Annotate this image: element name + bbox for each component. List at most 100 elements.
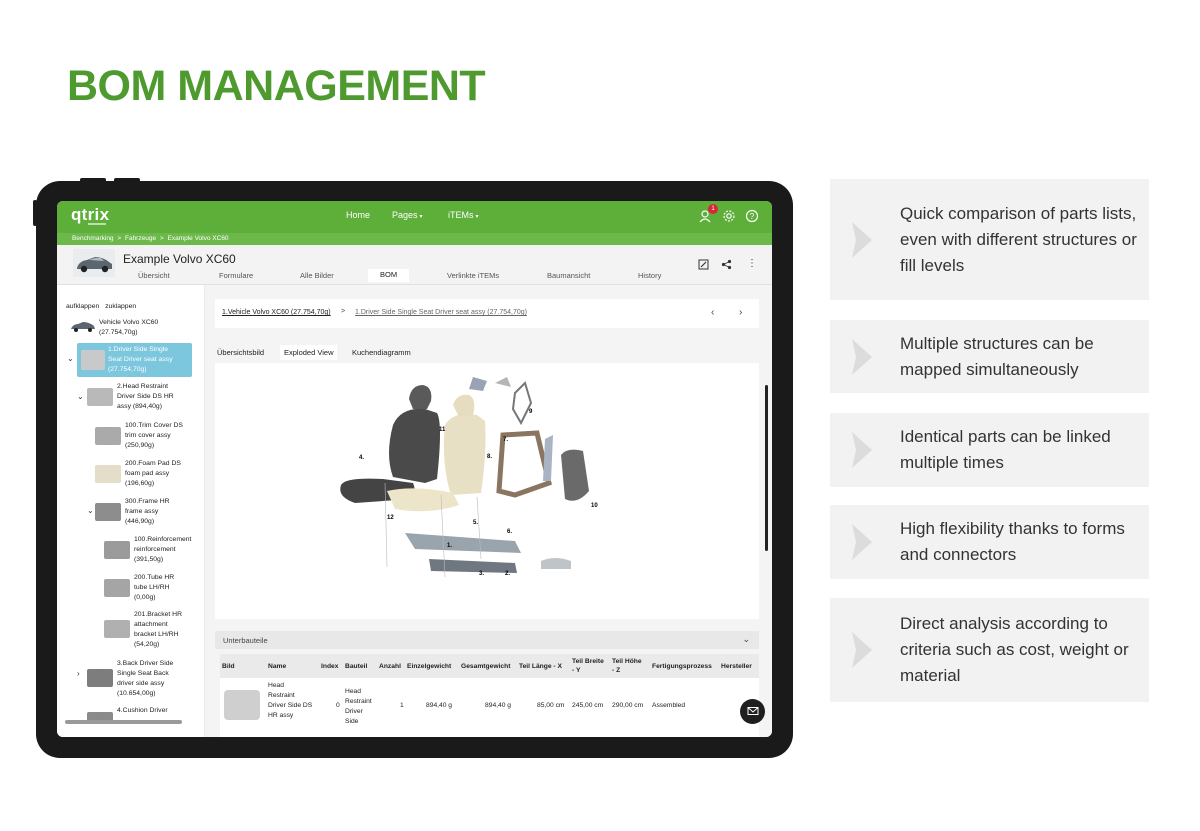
tab-formulare[interactable]: Formulare bbox=[219, 271, 253, 280]
part-thumbnail bbox=[95, 503, 121, 521]
feature-text: High flexibility thanks to forms and con… bbox=[900, 519, 1125, 564]
tab-bom[interactable]: BOM bbox=[368, 269, 410, 282]
nav-home[interactable]: Home bbox=[346, 210, 370, 220]
chevron-right-icon[interactable]: › bbox=[77, 669, 80, 678]
breadcrumb: Benchmarking > Fahrzeuge > Example Volvo… bbox=[57, 233, 772, 245]
tab-alle-bilder[interactable]: Alle Bilder bbox=[300, 271, 334, 280]
row-thumbnail bbox=[224, 690, 260, 720]
help-icon[interactable]: ? bbox=[745, 209, 759, 223]
feature-card: Identical parts can be linked multiple t… bbox=[830, 413, 1149, 487]
tree-node-label: 4.Cushion Driver bbox=[117, 707, 168, 714]
app-logo[interactable]: qtrix bbox=[71, 205, 109, 225]
nav-items[interactable]: iTEMs ▾ bbox=[448, 210, 479, 220]
tab-kuchendiagramm[interactable]: Kuchendiagramm bbox=[352, 348, 411, 357]
tree-node[interactable]: 200.Foam Pad DS foam pad assy (196,60g) bbox=[95, 459, 201, 491]
tree-node[interactable]: 3.Back Driver Side Single Seat Back driv… bbox=[87, 659, 203, 701]
tree-horizontal-scrollbar[interactable] bbox=[65, 720, 182, 724]
callout-label: 12 bbox=[387, 515, 394, 521]
callout-label: 6. bbox=[507, 529, 512, 535]
tab-history[interactable]: History bbox=[638, 271, 661, 280]
chevron-down-icon: ▾ bbox=[475, 214, 479, 220]
chevron-left-icon[interactable]: ‹ bbox=[711, 307, 714, 318]
path-link[interactable]: 1.Driver Side Single Seat Driver seat as… bbox=[355, 309, 527, 316]
message-button[interactable] bbox=[740, 699, 765, 724]
cell-einzelgewicht: 894,40 g bbox=[426, 702, 453, 709]
chevron-down-icon: ▾ bbox=[419, 214, 423, 220]
tab-verlinkte-items[interactable]: Verlinkte iTEMs bbox=[447, 271, 499, 280]
feature-card: Direct analysis according to criteria su… bbox=[830, 598, 1149, 702]
tree-node[interactable]: 4.Cushion Driver bbox=[87, 706, 203, 722]
column-header: Einzelgewicht bbox=[407, 663, 452, 670]
column-header: Hersteller bbox=[721, 663, 752, 670]
gear-icon[interactable] bbox=[722, 209, 736, 223]
chevron-down-icon[interactable]: ⌄ bbox=[87, 506, 94, 515]
edit-icon[interactable] bbox=[698, 259, 709, 270]
path-link[interactable]: 1.Vehicle Volvo XC60 (27.754,70g) bbox=[222, 309, 331, 316]
tab-baumansicht[interactable]: Baumansicht bbox=[547, 271, 590, 280]
expand-all-link[interactable]: aufklappen bbox=[66, 303, 99, 310]
column-header: Name bbox=[268, 663, 287, 670]
tree-node[interactable]: Vehicle Volvo XC60 (27.754,70g) bbox=[69, 318, 199, 340]
cell-gesamtgewicht: 894,40 g bbox=[485, 702, 512, 709]
feature-text: Direct analysis according to criteria su… bbox=[900, 614, 1129, 685]
tree-node[interactable]: 100.Reinforcement reinforcement (391,50g… bbox=[104, 535, 204, 567]
path-separator: > bbox=[341, 308, 346, 315]
column-header: Teil Länge - X bbox=[519, 663, 562, 670]
tab-uebersichtsbild[interactable]: Übersichtsbild bbox=[217, 348, 264, 357]
callout-label: 1. bbox=[447, 543, 452, 549]
more-vertical-icon[interactable]: ⋮ bbox=[747, 258, 757, 269]
top-navbar: qtrix Home Pages ▾ iTEMs ▾ 1 ? bbox=[57, 201, 772, 233]
table-header: Bild Name Index Bauteil Anzahl Einzelgew… bbox=[220, 654, 759, 678]
cell-index: 0 bbox=[336, 702, 340, 709]
column-header: Fertigungsprozess bbox=[652, 663, 712, 670]
logo-underline bbox=[88, 223, 106, 225]
slide: BOM MANAGEMENT qtrix Home Pages ▾ iTEMs ▾ … bbox=[0, 0, 1200, 831]
collapse-all-link[interactable]: zuklappen bbox=[105, 303, 136, 310]
cell-name: Head Restraint Driver Side DS HR assy bbox=[268, 682, 313, 719]
exploded-seat-drawing: 11 4. 8. 7. 9 10 12 1. 5. 6. 3. 2. bbox=[340, 377, 598, 578]
subparts-accordion[interactable]: Unterbauteile ⌄ bbox=[215, 631, 759, 649]
chevron-right-icon bbox=[852, 432, 872, 468]
bom-tree: aufklappen zuklappen Vehicle Volvo XC60 … bbox=[57, 285, 205, 737]
callout-label: 2. bbox=[505, 571, 510, 577]
tree-node[interactable]: 300.Frame HR frame assy (446,90g) bbox=[95, 497, 201, 529]
tab-uebersicht[interactable]: Übersicht bbox=[138, 271, 170, 280]
tree-node[interactable]: 200.Tube HR tube LH/RH (0,00g) bbox=[104, 573, 204, 605]
breadcrumb-item[interactable]: Fahrzeuge bbox=[125, 235, 156, 242]
viewer-scrollbar[interactable] bbox=[765, 385, 768, 551]
cell-anzahl: 1 bbox=[400, 702, 404, 709]
page-title: Example Volvo XC60 bbox=[123, 252, 236, 266]
feature-card: Multiple structures can be mapped simult… bbox=[830, 320, 1149, 393]
breadcrumb-item[interactable]: Example Volvo XC60 bbox=[167, 235, 228, 242]
tree-node[interactable]: 201.Bracket HR attachment bracket LH/RH … bbox=[104, 610, 204, 652]
part-thumbnail bbox=[95, 465, 121, 483]
chevron-right-icon bbox=[852, 221, 872, 258]
share-icon[interactable] bbox=[721, 259, 732, 270]
column-header: Teil Breite - Y bbox=[572, 658, 604, 674]
column-header: Teil Höhe - Z bbox=[612, 658, 642, 674]
app-screen: qtrix Home Pages ▾ iTEMs ▾ 1 ? Benchmarkin… bbox=[57, 201, 772, 737]
part-thumbnail bbox=[104, 541, 130, 559]
chevron-down-icon[interactable]: ⌄ bbox=[77, 392, 84, 401]
column-header: Index bbox=[321, 663, 339, 670]
car-thumbnail bbox=[71, 322, 95, 332]
breadcrumb-item[interactable]: Benchmarking bbox=[72, 235, 114, 242]
main-panel: 1.Vehicle Volvo XC60 (27.754,70g) > 1.Dr… bbox=[205, 285, 772, 737]
tree-node-label: 200.Tube HR tube LH/RH (0,00g) bbox=[134, 574, 175, 601]
breadcrumb-separator: > bbox=[117, 235, 122, 242]
subparts-title: Unterbauteile bbox=[223, 636, 268, 645]
chevron-down-icon[interactable]: ⌄ bbox=[67, 354, 74, 363]
chevron-down-icon: ⌄ bbox=[742, 634, 750, 644]
chevron-right-icon bbox=[852, 338, 872, 375]
mail-icon bbox=[747, 707, 758, 716]
callout-label: 11 bbox=[439, 427, 446, 433]
nav-pages[interactable]: Pages ▾ bbox=[392, 210, 423, 220]
chevron-right-icon[interactable]: › bbox=[739, 307, 742, 318]
tree-node[interactable]: 100.Trim Cover DS trim cover assy (250,9… bbox=[95, 421, 201, 453]
callout-label: 3. bbox=[479, 571, 484, 577]
cell-hoehe: 290,00 cm bbox=[612, 702, 644, 709]
tree-node[interactable]: 2.Head Restraint Driver Side DS HR assy … bbox=[87, 382, 197, 414]
tree-node-selected[interactable]: 1.Driver Side Single Seat Driver seat as… bbox=[77, 343, 192, 377]
tab-exploded-view[interactable]: Exploded View bbox=[280, 345, 338, 360]
column-header: Anzahl bbox=[379, 663, 401, 670]
